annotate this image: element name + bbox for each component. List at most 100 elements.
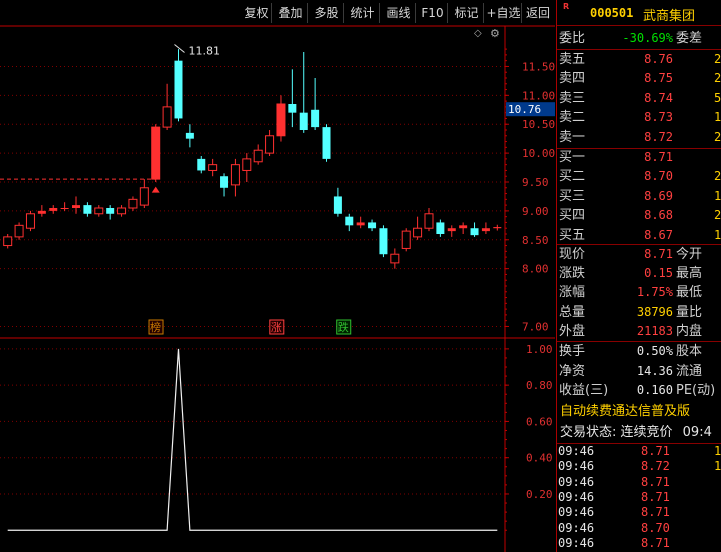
tick-price: 8.71 [641, 474, 670, 489]
stat-label: 总量 [559, 304, 586, 320]
weibi-row: 委比 -30.69% 委差 [557, 29, 721, 48]
candle-body [447, 228, 456, 232]
stat-row: 涨跌 0.15 最高 [557, 264, 721, 283]
bid-volume: 2 [714, 208, 721, 223]
bid-label: 买一 [559, 150, 586, 165]
candle-body [208, 164, 218, 171]
stat-value: 0.160 [636, 383, 673, 397]
candle-body [151, 126, 161, 180]
bid-price: 8.70 [644, 169, 673, 184]
stat-label-2: 今开 [676, 247, 703, 262]
bid-row[interactable]: 买一 8.71 [557, 148, 721, 167]
stat-label-2: 量比 [676, 304, 703, 320]
stat-label-2: 股本 [676, 344, 703, 359]
high-pointer [174, 44, 185, 53]
ask-row[interactable]: 卖一 8.72 2 [557, 128, 721, 147]
trade-status-text: 交易状态: 连续竞价 [560, 425, 673, 440]
candle-body [413, 227, 423, 238]
candle-body [459, 225, 468, 229]
tick-row: 09:46 8.71 [557, 490, 721, 505]
candlestick-series: 11.81 榜 涨 跌 [0, 44, 502, 335]
stat2-row: 换手 0.50% 股本 [557, 342, 721, 361]
bid-row[interactable]: 买四 8.68 2 [557, 206, 721, 225]
bid-price: 8.71 [644, 150, 673, 164]
candle-body [94, 207, 104, 215]
stat-label: 涨幅 [559, 285, 586, 301]
bid-row[interactable]: 买五 8.67 1 [557, 226, 721, 245]
bid-label: 买二 [559, 169, 586, 185]
candle-body [139, 187, 149, 206]
candle-body [117, 207, 127, 215]
ask-row[interactable]: 卖二 8.73 1 [557, 108, 721, 127]
candle-body [128, 198, 138, 209]
stat-label-2: PE(动) [676, 383, 716, 398]
ad-banner[interactable]: 自动续费通达信普及版 [557, 401, 721, 423]
candle-body [436, 222, 445, 234]
tick-time: 09:46 [558, 459, 595, 474]
ask-volume: 5 [714, 90, 721, 105]
stat-label: 换手 [559, 344, 586, 359]
bid-volume: 1 [714, 227, 721, 242]
bid-volume: 2 [714, 169, 721, 184]
event-marker: 榜 [150, 320, 161, 334]
indicator-tick-label: 0.80 [526, 379, 553, 392]
ask-price: 8.72 [644, 129, 673, 144]
stat-label-2: 最低 [676, 285, 703, 301]
bid-label: 买五 [559, 227, 586, 243]
stat-label-2: 最高 [676, 266, 703, 282]
bid-price: 8.67 [644, 227, 673, 242]
stat-label: 涨跌 [559, 266, 586, 282]
weibi-value: -30.69% [622, 31, 673, 45]
stat-label-2: 流通 [676, 363, 703, 379]
candle-body [311, 109, 320, 128]
candle-body [242, 158, 252, 171]
candle-body [345, 216, 354, 226]
candle-body [37, 210, 46, 214]
candle-body [424, 213, 434, 229]
cursor-price: 10.76 [508, 103, 541, 116]
tick-volume: 1 [714, 444, 721, 458]
candle-body [265, 135, 275, 154]
weicha-label: 委差 [676, 31, 703, 46]
candle-body [322, 127, 331, 159]
candle-body [197, 158, 206, 171]
event-marker: 跌 [338, 320, 349, 334]
ask-label: 卖一 [559, 129, 586, 145]
candle-body [230, 164, 240, 186]
ask-volume: 2 [714, 52, 721, 66]
tick-price: 8.72 [641, 459, 670, 474]
tick-row: 09:46 8.72 1 [557, 459, 721, 474]
signal-arrow [151, 186, 160, 193]
bid-row[interactable]: 买二 8.70 2 [557, 167, 721, 186]
ask-price: 8.73 [644, 110, 673, 125]
event-marker: 涨 [271, 321, 282, 334]
ask-volume: 1 [714, 110, 721, 125]
ask-row[interactable]: 卖四 8.75 2 [557, 69, 721, 88]
stat-label-2: 内盘 [676, 323, 703, 339]
candle-body [299, 112, 308, 130]
weibi-label: 委比 [559, 31, 586, 46]
chart-area[interactable]: 11.81 榜 涨 跌 11.50 11.00 10.50 10.00 9.50 9.00 8.5… [0, 0, 556, 552]
tick-row: 09:46 8.71 [557, 536, 721, 551]
tick-time: 09:46 [558, 505, 595, 520]
indicator-panel [7, 348, 498, 531]
candle-body [25, 213, 35, 229]
ask-row[interactable]: 卖五 8.76 2 [557, 50, 721, 69]
indicator-tick-label: 0.20 [526, 488, 553, 501]
ask-label: 卖四 [559, 71, 586, 87]
stat-value: 21183 [636, 323, 673, 338]
stat2-row: 收益(三) 0.160 PE(动) [557, 381, 721, 400]
bid-row[interactable]: 买三 8.69 1 [557, 187, 721, 206]
tick-time: 09:46 [558, 535, 595, 550]
bid-price: 8.68 [644, 208, 673, 223]
candle-body [470, 228, 479, 236]
trade-status-time: 09:4 [682, 425, 712, 440]
bid-volume: 1 [714, 188, 721, 203]
stock-name[interactable]: 武商集团 [643, 5, 695, 24]
stock-code[interactable]: 000501 [590, 6, 633, 20]
candle-body [276, 103, 286, 137]
quote-header: R 000501 武商集团 [557, 0, 721, 26]
ask-row[interactable]: 卖三 8.74 5 [557, 89, 721, 108]
ask-price: 8.75 [644, 71, 673, 86]
candle-body [162, 106, 172, 128]
